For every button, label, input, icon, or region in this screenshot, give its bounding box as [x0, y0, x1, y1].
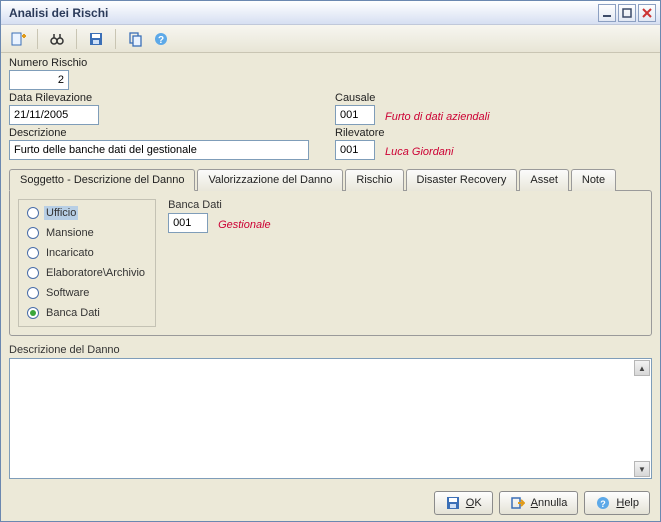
banca-dati-panel: Banca Dati Gestionale [168, 199, 643, 327]
radio-label: Software [44, 286, 91, 300]
tab-panel-soggetto: Ufficio Mansione Incaricato Elaboratore\… [9, 190, 652, 336]
form-content: Numero Rischio Data Rilevazione Causale … [1, 53, 660, 485]
rilevatore-note: Luca Giordani [385, 146, 454, 160]
save-icon [445, 495, 461, 511]
copy-icon [127, 31, 143, 47]
data-rilevazione-field: Data Rilevazione [9, 92, 319, 125]
radio-incaricato[interactable]: Incaricato [27, 246, 147, 260]
maximize-icon [622, 8, 632, 18]
banca-dati-input[interactable] [168, 213, 208, 233]
rilevatore-input[interactable] [335, 140, 375, 160]
help-icon: ? [153, 31, 169, 47]
radio-icon [27, 227, 39, 239]
descrizione-danno-textarea[interactable]: ▲ ▼ [9, 358, 652, 479]
descrizione-danno-label: Descrizione del Danno [9, 344, 652, 356]
dialog-footer: OK Annulla ? Help [1, 485, 660, 521]
help-button[interactable]: ? Help [584, 491, 650, 515]
tab-bar: Soggetto - Descrizione del Danno Valoriz… [9, 168, 652, 190]
numero-rischio-field: Numero Rischio [9, 57, 87, 90]
radio-icon [27, 247, 39, 259]
rilevatore-label: Rilevatore [335, 127, 454, 139]
exit-icon [510, 495, 526, 511]
causale-input[interactable] [335, 105, 375, 125]
svg-text:?: ? [158, 35, 164, 46]
tab-soggetto[interactable]: Soggetto - Descrizione del Danno [9, 169, 195, 191]
causale-label: Causale [335, 92, 490, 104]
descrizione-input[interactable] [9, 140, 309, 160]
close-button[interactable] [638, 4, 656, 22]
help-icon: ? [595, 495, 611, 511]
scroll-down-button[interactable]: ▼ [634, 461, 650, 477]
tab-asset[interactable]: Asset [519, 169, 569, 191]
descrizione-danno-section: Descrizione del Danno ▲ ▼ [9, 344, 652, 479]
toolbar-separator [37, 29, 38, 49]
risk-analysis-window: Analisi dei Rischi [0, 0, 661, 522]
subject-radio-group: Ufficio Mansione Incaricato Elaboratore\… [18, 199, 156, 327]
help-toolbar-button[interactable]: ? [150, 28, 172, 50]
causale-field: Causale Furto di dati aziendali [335, 92, 490, 125]
ok-button[interactable]: OK [434, 491, 493, 515]
descrizione-field: Descrizione [9, 127, 319, 160]
radio-ufficio[interactable]: Ufficio [27, 206, 147, 220]
data-rilevazione-input[interactable] [9, 105, 99, 125]
ok-label: OK [466, 497, 482, 509]
rilevatore-field: Rilevatore Luca Giordani [335, 127, 454, 160]
numero-rischio-input[interactable] [9, 70, 69, 90]
toolbar: ? [1, 25, 660, 53]
new-record-icon [10, 31, 26, 47]
tab-valorizzazione[interactable]: Valorizzazione del Danno [197, 169, 343, 191]
data-rilevazione-label: Data Rilevazione [9, 92, 319, 104]
tab-disaster[interactable]: Disaster Recovery [406, 169, 518, 191]
maximize-button[interactable] [618, 4, 636, 22]
radio-software[interactable]: Software [27, 286, 147, 300]
annulla-label: Annulla [531, 497, 568, 509]
toolbar-separator [76, 29, 77, 49]
causale-note: Furto di dati aziendali [385, 111, 490, 125]
numero-rischio-label: Numero Rischio [9, 57, 87, 69]
window-title: Analisi dei Rischi [9, 6, 598, 20]
radio-label: Incaricato [44, 246, 96, 260]
radio-bancadati[interactable]: Banca Dati [27, 306, 147, 320]
new-record-button[interactable] [7, 28, 29, 50]
save-icon [88, 31, 104, 47]
tab-rischio[interactable]: Rischio [345, 169, 403, 191]
radio-label: Mansione [44, 226, 96, 240]
titlebar: Analisi dei Rischi [1, 1, 660, 25]
toolbar-separator [115, 29, 116, 49]
descrizione-label: Descrizione [9, 127, 319, 139]
tab-note[interactable]: Note [571, 169, 616, 191]
close-icon [642, 8, 652, 18]
radio-mansione[interactable]: Mansione [27, 226, 147, 240]
minimize-button[interactable] [598, 4, 616, 22]
save-button[interactable] [85, 28, 107, 50]
radio-label: Elaboratore\Archivio [44, 266, 147, 280]
minimize-icon [602, 8, 612, 18]
radio-icon [27, 287, 39, 299]
annulla-button[interactable]: Annulla [499, 491, 579, 515]
radio-label: Ufficio [44, 206, 78, 220]
copy-button[interactable] [124, 28, 146, 50]
banca-dati-label: Banca Dati [168, 199, 643, 211]
scroll-up-button[interactable]: ▲ [634, 360, 650, 376]
radio-elaboratore[interactable]: Elaboratore\Archivio [27, 266, 147, 280]
radio-icon [27, 307, 39, 319]
svg-text:?: ? [601, 499, 607, 509]
radio-icon [27, 267, 39, 279]
help-label: Help [616, 497, 639, 509]
find-button[interactable] [46, 28, 68, 50]
banca-dati-note: Gestionale [218, 219, 271, 233]
window-controls [598, 4, 656, 22]
binoculars-icon [49, 31, 65, 47]
radio-icon [27, 207, 39, 219]
radio-label: Banca Dati [44, 306, 102, 320]
